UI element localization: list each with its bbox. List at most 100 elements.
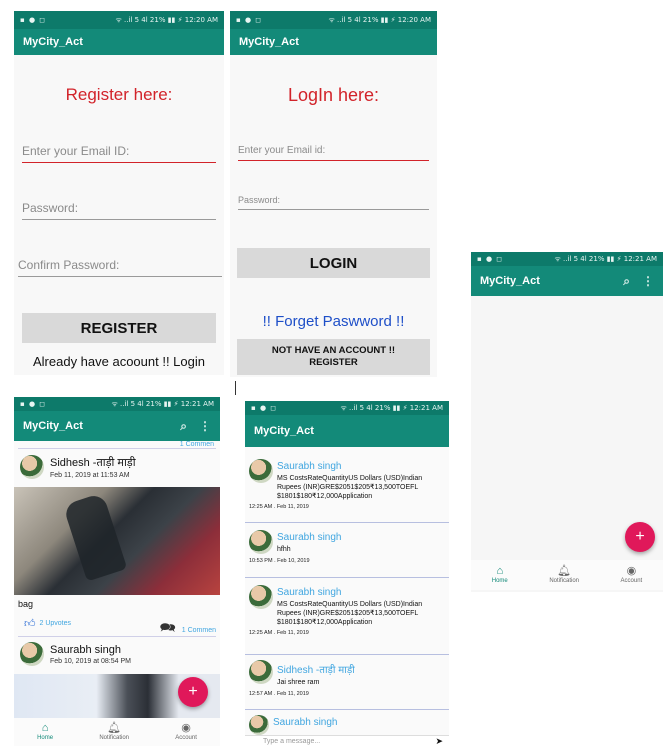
post-image[interactable] — [14, 487, 220, 595]
message-composer: Type a message... ➤ — [245, 735, 449, 746]
more-vert-icon[interactable]: ⋮ — [199, 420, 211, 432]
comment-item: Saurabh singh hfhh 10:53 PM . Feb 10, 20… — [245, 528, 449, 578]
account-icon: ◉ — [181, 722, 191, 734]
avatar[interactable] — [249, 459, 273, 483]
confirm-password-field[interactable]: Confirm Password: — [18, 255, 222, 277]
avatar[interactable] — [249, 530, 273, 554]
nav-account-label: Account — [175, 735, 197, 741]
go-register-line1: NOT HAVE AN ACCOUNT !! — [271, 344, 396, 356]
status-right: ᯤ ..il 5 4l 21% ▮▮ ⚡ 12:21 AM — [111, 399, 214, 408]
feed-screen: ▪ ● ◻ ᯤ ..il 5 4l 21% ▮▮ ⚡ 12:21 AM MyCi… — [14, 397, 220, 746]
comment-author[interactable]: Sidhesh -ताड़ी माड़ी — [277, 662, 355, 676]
app-title: MyCity_Act — [239, 36, 299, 48]
add-fab[interactable]: + — [178, 677, 208, 707]
bell-icon: 🔔︎ — [557, 565, 572, 577]
image-shape — [62, 492, 128, 582]
comment-author[interactable]: Saurabh singh — [277, 587, 445, 598]
status-left: ▪ ● ◻ — [477, 255, 504, 263]
comment-time: 10:53 PM . Feb 10, 2019 — [249, 557, 310, 564]
go-register-line2: REGISTER — [309, 357, 358, 368]
app-bar: MyCity_Act — [245, 415, 449, 447]
comment-item: Saurabh singh MS CostsRateQuantityUS Dol… — [245, 457, 449, 523]
send-icon[interactable]: ➤ — [435, 736, 443, 746]
post-header: Sidhesh -ताड़ी माड़ी Feb 11, 2019 at 11:… — [20, 455, 136, 479]
avatar[interactable] — [20, 642, 44, 666]
password-placeholder: Password: — [238, 195, 281, 205]
post-divider — [18, 448, 216, 449]
comments-screen: ▪ ● ◻ ᯤ ..il 5 4l 21% ▮▮ ⚡ 12:21 AM MyCi… — [245, 401, 449, 746]
app-bar: MyCity_Act — [230, 29, 437, 55]
status-left: ▪ ● ◻ — [251, 404, 278, 412]
app-bar: MyCity_Act ⌕ ⋮ — [14, 411, 220, 441]
upvote-row[interactable]: 👍︎ 2 Upvotes — [24, 617, 71, 630]
comment-item: Saurabh singh — [245, 713, 449, 735]
status-right: ᯤ ..il 5 4l 21% ▮▮ ⚡ 12:21 AM — [340, 403, 443, 412]
status-bar: ▪ ● ◻ ᯤ ..il 5 4l 21% ▮▮ ⚡ 12:21 AM — [471, 252, 663, 266]
comment-text: Jai shree ram — [277, 679, 320, 686]
forget-password-link[interactable]: !! Forget Paswword !! — [230, 313, 437, 330]
comment-text: MS CostsRateQuantityUS Dollars (USD)Indi… — [277, 601, 423, 626]
home-empty-screen: ▪ ● ◻ ᯤ ..il 5 4l 21% ▮▮ ⚡ 12:21 AM MyCi… — [471, 252, 663, 592]
message-input[interactable]: Type a message... — [251, 738, 435, 745]
comment-time: 12:25 AM . Feb 11, 2019 — [249, 630, 309, 637]
search-icon[interactable]: ⌕ — [180, 420, 187, 432]
status-right: ᯤ ..il 5 4l 21% ▮▮ ⚡ 12:20 AM — [115, 15, 218, 24]
status-bar: ▪ ● ◻ ᯤ ..il 5 4l 21% ▮▮ ⚡ 12:21 AM — [245, 401, 449, 415]
status-right: ᯤ ..il 5 4l 21% ▮▮ ⚡ 12:20 AM — [328, 15, 431, 24]
nav-home-label: Home — [491, 578, 508, 584]
thumbs-up-icon: 👍︎ — [24, 618, 36, 630]
post-author[interactable]: Sidhesh -ताड़ी माड़ी — [50, 455, 136, 470]
add-fab[interactable]: + — [625, 522, 655, 552]
home-icon: ⌂ — [496, 565, 504, 577]
avatar[interactable] — [249, 715, 269, 735]
nav-account[interactable]: ◉ Account — [620, 566, 643, 585]
confirm-password-placeholder: Confirm Password: — [18, 258, 120, 272]
avatar[interactable] — [20, 455, 44, 479]
register-button[interactable]: REGISTER — [22, 313, 216, 343]
password-field[interactable]: Password: — [22, 198, 216, 220]
go-register-button[interactable]: NOT HAVE AN ACCOUNT !! REGISTER — [237, 339, 430, 375]
comment-count-top[interactable]: 1 Commen — [180, 441, 214, 448]
nav-home[interactable]: ⌂ Home — [491, 565, 508, 585]
password-field[interactable]: Password: — [238, 188, 429, 210]
status-left: ▪ ● ◻ — [20, 400, 47, 408]
comment-row[interactable]: 🗪︎ 1 Commen — [160, 619, 216, 641]
divider — [235, 381, 236, 395]
comment-author[interactable]: Saurabh singh — [277, 461, 445, 472]
nav-notification-label: Notification — [99, 735, 129, 741]
comment-time: 12:25 AM . Feb 11, 2019 — [249, 504, 309, 511]
bell-icon: 🔔︎ — [107, 722, 122, 734]
email-placeholder: Enter your Email id: — [238, 145, 326, 156]
nav-notification[interactable]: 🔔︎ Notification — [99, 722, 129, 742]
post-time: Feb 11, 2019 at 11:53 AM — [50, 472, 130, 479]
comment-count: 1 Commen — [181, 626, 216, 634]
post-author[interactable]: Saurabh singh — [50, 644, 131, 656]
status-left: ▪ ● ◻ — [20, 16, 47, 24]
email-field[interactable]: Enter your Email id: — [238, 139, 429, 161]
nav-home[interactable]: ⌂ Home — [37, 723, 54, 742]
nav-notification-label: Notification — [549, 578, 579, 584]
post-time: Feb 10, 2019 at 08:54 PM — [50, 657, 131, 665]
login-button[interactable]: LOGIN — [237, 248, 430, 278]
nav-home-label: Home — [37, 735, 54, 741]
bottom-nav: ⌂ Home 🔔︎ Notification ◉ Account — [14, 718, 220, 746]
app-title: MyCity_Act — [23, 420, 83, 432]
status-right: ᯤ ..il 5 4l 21% ▮▮ ⚡ 12:21 AM — [554, 254, 657, 263]
login-link[interactable]: Already have acoount !! Login — [14, 354, 224, 369]
nav-notification[interactable]: 🔔︎ Notification — [549, 565, 579, 585]
avatar[interactable] — [249, 585, 273, 609]
status-bar: ▪ ● ◻ ᯤ ..il 5 4l 21% ▮▮ ⚡ 12:21 AM — [14, 397, 220, 411]
post-divider — [18, 636, 216, 637]
status-left: ▪ ● ◻ — [236, 16, 263, 24]
nav-account[interactable]: ◉ Account — [175, 722, 197, 742]
avatar[interactable] — [249, 660, 273, 684]
comment-author[interactable]: Saurabh singh — [277, 532, 342, 543]
more-vert-icon[interactable]: ⋮ — [642, 275, 654, 287]
nav-account-label: Account — [620, 578, 643, 584]
email-field[interactable]: Enter your Email ID: — [22, 141, 216, 163]
comment-author[interactable]: Saurabh singh — [273, 717, 338, 735]
search-icon[interactable]: ⌕ — [623, 275, 630, 287]
app-bar: MyCity_Act — [14, 29, 224, 55]
email-placeholder: Enter your Email ID: — [22, 144, 130, 158]
comment-time: 12:57 AM . Feb 11, 2019 — [249, 690, 309, 697]
